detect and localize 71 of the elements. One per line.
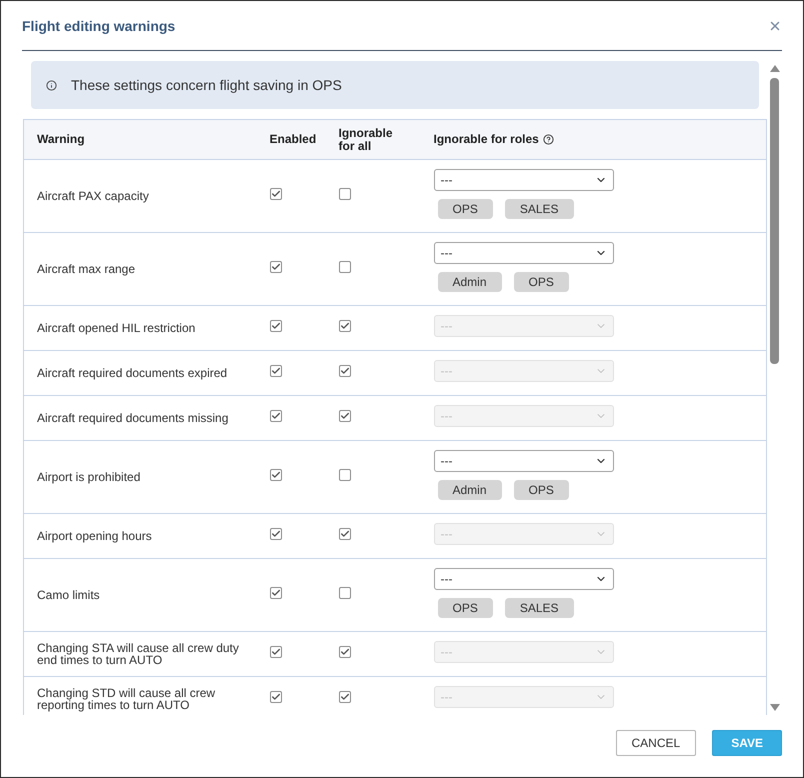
warning-name: Changing STA will cause all crew duty end times to turn AUTO	[37, 642, 240, 666]
check-icon	[270, 189, 280, 199]
checkbox[interactable]	[270, 320, 282, 332]
warning-name: Airport is prohibited	[37, 471, 142, 483]
role-tag: Admin	[438, 272, 502, 292]
role-select[interactable]: ---	[434, 450, 614, 472]
role-tag: OPS	[438, 199, 493, 219]
checkbox[interactable]	[270, 365, 282, 377]
role-select[interactable]: ---	[434, 169, 614, 191]
role-tag: SALES	[504, 598, 574, 618]
role-tag: OPS	[514, 480, 569, 500]
check-icon	[270, 262, 280, 272]
checkbox[interactable]	[270, 410, 282, 422]
warning-name: Aircraft max range	[37, 263, 136, 275]
warning-name: Aircraft required documents missing	[37, 412, 230, 424]
checkbox[interactable]	[338, 587, 350, 599]
role-tag: OPS	[438, 598, 493, 618]
checkbox[interactable]	[270, 261, 282, 273]
warning-name: Airport opening hours	[37, 530, 153, 542]
warning-name: Aircraft PAX capacity	[37, 190, 150, 202]
checkbox[interactable]	[270, 469, 282, 481]
check-icon	[270, 692, 280, 702]
check-icon	[340, 529, 350, 539]
info-text: These settings concern flight saving in OPS	[71, 77, 342, 93]
scroll-down-arrow-icon[interactable]	[770, 704, 780, 711]
checkbox[interactable]	[338, 528, 350, 540]
help-icon[interactable]	[542, 134, 554, 145]
column-header: Enabled	[256, 120, 326, 160]
warning-name: Camo limits	[37, 589, 101, 601]
info-icon	[46, 80, 57, 90]
checkbox[interactable]	[270, 646, 282, 658]
checkbox[interactable]	[338, 646, 350, 658]
role-select[interactable]: ---	[434, 568, 614, 590]
column-header-label: Ignorable for roles	[434, 133, 539, 146]
checkbox[interactable]	[270, 188, 282, 200]
check-icon	[340, 321, 350, 331]
save-button[interactable]: SAVE	[712, 730, 782, 756]
checkbox[interactable]	[338, 469, 350, 481]
checkbox[interactable]	[338, 691, 350, 703]
checkbox[interactable]	[338, 261, 350, 273]
role-tag: Admin	[438, 480, 502, 500]
checkbox[interactable]	[338, 188, 350, 200]
checkbox[interactable]	[338, 410, 350, 422]
check-icon	[270, 588, 280, 598]
role-tag: SALES	[504, 199, 574, 219]
column-header: Warning	[24, 120, 256, 160]
checkbox[interactable]	[338, 365, 350, 377]
check-icon	[270, 321, 280, 331]
scrollbar-thumb[interactable]	[770, 78, 779, 364]
check-icon	[340, 647, 350, 657]
warning-name: Changing STD will cause all crew reporting times to turn AUTO	[37, 687, 216, 711]
column-header: Ignorable for all	[326, 120, 420, 160]
warning-name: Aircraft required documents expired	[37, 367, 228, 379]
scroll-up-arrow-icon[interactable]	[770, 65, 780, 72]
check-icon	[340, 692, 350, 702]
checkbox[interactable]	[270, 528, 282, 540]
checkbox[interactable]	[270, 691, 282, 703]
check-icon	[270, 411, 280, 421]
check-icon	[270, 529, 280, 539]
checkbox[interactable]	[338, 320, 350, 332]
dialog-title: Flight editing warnings	[22, 18, 176, 34]
cancel-button[interactable]: CANCEL	[616, 730, 696, 756]
role-select[interactable]: ---	[434, 242, 614, 264]
check-icon	[270, 470, 280, 480]
warning-name: Aircraft opened HIL restriction	[37, 322, 196, 334]
check-icon	[270, 647, 280, 657]
check-icon	[270, 366, 280, 376]
check-icon	[340, 366, 350, 376]
role-tag: OPS	[514, 272, 569, 292]
checkbox[interactable]	[270, 587, 282, 599]
check-icon	[340, 411, 350, 421]
